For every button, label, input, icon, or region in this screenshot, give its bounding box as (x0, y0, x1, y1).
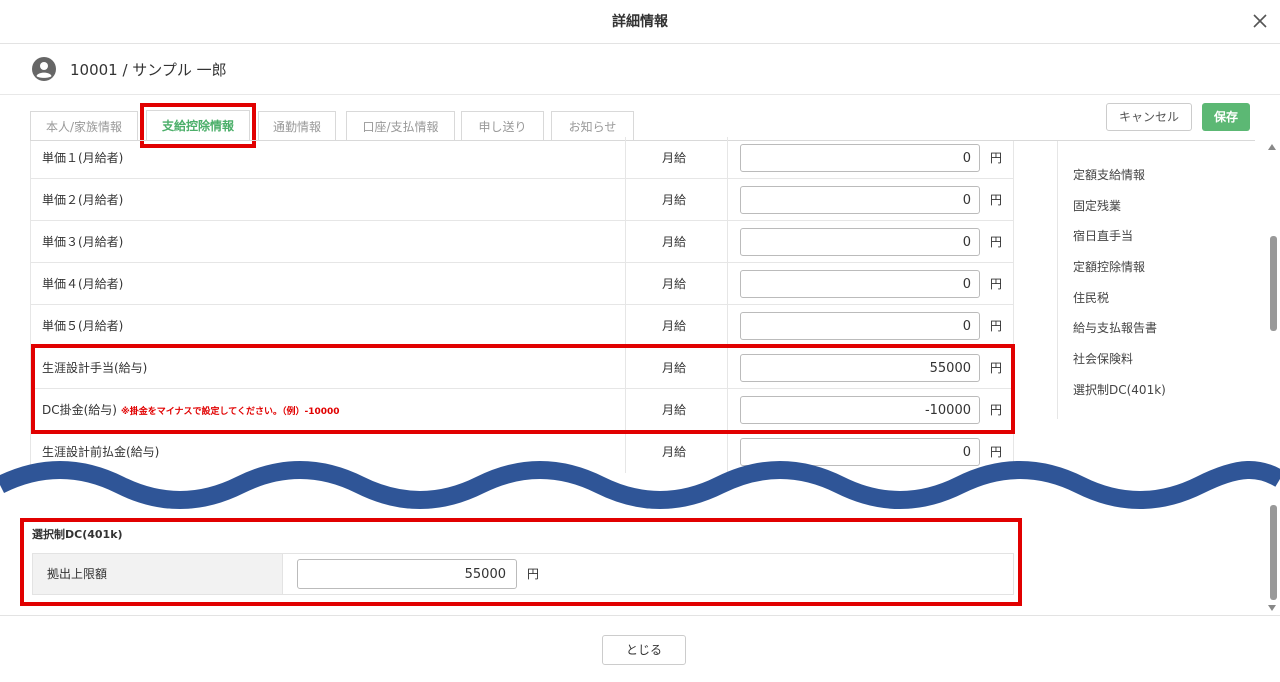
footer-divider (0, 615, 1280, 616)
unit-label: 円 (990, 235, 1003, 249)
row-kind: 月給 (662, 193, 687, 207)
row-label: 単価３(月給者) (42, 235, 124, 249)
side-nav-item[interactable]: 選択制DC(401k) (1073, 381, 1166, 398)
amount-input[interactable] (740, 144, 980, 172)
unit-label: 円 (990, 151, 1003, 165)
dialog-title: 詳細情報 (612, 14, 668, 30)
unit-label: 円 (990, 193, 1003, 207)
close-button[interactable]: とじる (602, 635, 686, 665)
row-label: 単価１(月給者) (42, 151, 124, 165)
table-row: 単価５(月給者) 月給 円 (30, 305, 1014, 347)
row-kind: 月給 (662, 151, 687, 165)
amount-input[interactable] (740, 270, 980, 298)
table-row: 単価２(月給者) 月給 円 (30, 179, 1014, 221)
highlight-box (20, 518, 1022, 606)
table-row: 単価３(月給者) 月給 円 (30, 221, 1014, 263)
amount-input[interactable] (740, 228, 980, 256)
row-kind: 月給 (662, 235, 687, 249)
scroll-up-arrow-icon[interactable] (1268, 144, 1276, 150)
side-nav-item[interactable]: 定額支給情報 (1073, 166, 1145, 183)
dialog-header: 詳細情報 (0, 0, 1280, 44)
user-avatar-icon (32, 57, 56, 81)
side-nav-item[interactable]: 給与支払報告書 (1073, 319, 1157, 336)
amount-input[interactable] (740, 312, 980, 340)
side-nav-divider (1057, 141, 1058, 419)
employee-label: 10001 / サンプル 一郎 (70, 61, 227, 79)
table-row: 単価４(月給者) 月給 円 (30, 263, 1014, 305)
close-icon[interactable] (1248, 9, 1272, 33)
unit-label: 円 (990, 277, 1003, 291)
unit-label: 円 (990, 319, 1003, 333)
highlight-box (31, 344, 1015, 434)
side-nav-item[interactable]: 宿日直手当 (1073, 227, 1133, 244)
scroll-down-arrow-icon[interactable] (1268, 605, 1276, 611)
row-label: 単価５(月給者) (42, 319, 124, 333)
side-nav-item[interactable]: 住民税 (1073, 289, 1109, 306)
cancel-button[interactable]: キャンセル (1106, 103, 1192, 131)
save-button[interactable]: 保存 (1202, 103, 1250, 131)
side-nav-item[interactable]: 固定残業 (1073, 197, 1121, 214)
scrollbar-thumb[interactable] (1270, 236, 1277, 331)
side-nav-item[interactable]: 定額控除情報 (1073, 258, 1145, 275)
row-label: 単価２(月給者) (42, 193, 124, 207)
scrollbar-thumb[interactable] (1270, 505, 1277, 600)
amount-input[interactable] (740, 186, 980, 214)
row-kind: 月給 (662, 277, 687, 291)
row-kind: 月給 (662, 319, 687, 333)
row-label: 単価４(月給者) (42, 277, 124, 291)
wave-break-icon (0, 461, 1280, 509)
table-row: 単価１(月給者) 月給 円 (30, 137, 1014, 179)
side-nav-item[interactable]: 社会保険料 (1073, 350, 1133, 367)
